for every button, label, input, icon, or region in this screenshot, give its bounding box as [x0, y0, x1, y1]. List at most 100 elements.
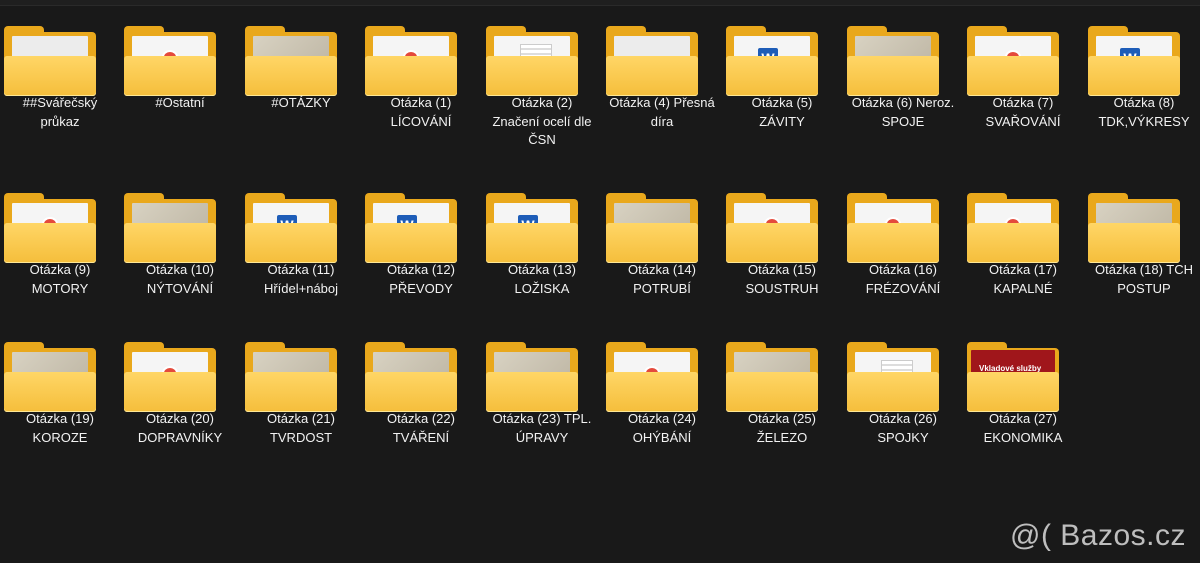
folder-label-line: TVÁŘENÍ [392, 429, 450, 445]
folder-label-line: OHÝBÁNÍ [632, 429, 692, 445]
folder-item[interactable]: ##Svářečský průkaz [0, 0, 120, 160]
folder-icon [606, 26, 698, 96]
folder-label: Otázka (26) SPOJKY [843, 410, 963, 447]
folder-label-line: Značení ocelí dle [492, 113, 592, 129]
folder-label: Otázka (24) OHÝBÁNÍ [602, 410, 722, 447]
folder-item[interactable]: Otázka (5) ZÁVITY [722, 0, 842, 160]
folder-label-line: SOUSTRUH [745, 280, 819, 296]
folder-label-line: průkaz [40, 113, 80, 129]
folder-item[interactable]: Otázka (10) NÝTOVÁNÍ [120, 167, 240, 327]
folder-label: ##Svářečský průkaz [0, 94, 120, 131]
folder-label: Otázka (25) ŽELEZO [722, 410, 842, 447]
folder-icon [245, 342, 337, 412]
folder-label-line: Otázka (11) [267, 262, 335, 277]
folder-label-line: Otázka (12) [387, 262, 455, 277]
folder-icon [847, 342, 939, 412]
folder-item[interactable]: Otázka (13) LOŽISKA [482, 167, 602, 327]
folder-label-line: ÚPRAVY [515, 429, 569, 445]
folder-icon [847, 193, 939, 263]
folder-label-line: Otázka (15) [748, 262, 816, 277]
folder-item[interactable]: Otázka (23) TPL. ÚPRAVY [482, 316, 602, 476]
folder-icon [967, 26, 1059, 96]
folder-item[interactable]: Otázka (26) SPOJKY [843, 316, 963, 476]
folder-label: Otázka (13) LOŽISKA [482, 261, 602, 298]
folder-item[interactable]: Otázka (17) KAPALNÉ [963, 167, 1083, 327]
folder-grid: ##Svářečský průkaz #Ostatní #OTÁZKY Otázka (… [0, 0, 1200, 563]
folder-item[interactable]: Otázka (4) Přesná díra [602, 0, 722, 160]
folder-label-line: ZÁVITY [759, 113, 805, 129]
folder-item[interactable]: Otázka (25) ŽELEZO [722, 316, 842, 476]
folder-item[interactable]: Otázka (24) OHÝBÁNÍ [602, 316, 722, 476]
folder-icon [486, 193, 578, 263]
bazos-watermark: @( Bazos.cz [1010, 519, 1186, 552]
folder-icon [365, 193, 457, 263]
folder-icon [847, 26, 939, 96]
folder-label-line: Otázka (6) Neroz. [851, 95, 955, 110]
folder-label-line: #Ostatní [155, 95, 205, 110]
folder-label-line: SPOJE [881, 113, 925, 129]
folder-label-line: Otázka (26) [869, 411, 937, 426]
folder-label-line: KOROZE [32, 429, 88, 445]
folder-item[interactable]: Otázka (1) LÍCOVÁNÍ [361, 0, 481, 160]
folder-item[interactable]: Otázka (2) Značení ocelí dle ČSN [482, 0, 602, 160]
folder-item[interactable]: Otázka (18) TCH POSTUP [1084, 167, 1200, 327]
folder-label: Otázka (2) Značení ocelí dle ČSN [482, 94, 602, 150]
folder-label-line: Otázka (27) [989, 411, 1057, 426]
folder-icon [4, 26, 96, 96]
folder-label: Otázka (11) Hřídel+náboj [241, 261, 361, 298]
folder-item[interactable]: #OTÁZKY [241, 0, 361, 160]
folder-label-line: Otázka (2) [511, 95, 573, 110]
folder-label-line: Otázka (16) [869, 262, 937, 277]
folder-icon [365, 26, 457, 96]
folder-icon [365, 342, 457, 412]
folder-label-line: MOTORY [31, 280, 89, 296]
folder-icon [245, 193, 337, 263]
folder-item[interactable]: Otázka (6) Neroz. SPOJE [843, 0, 963, 160]
folder-label-line: Otázka (22) [387, 411, 455, 426]
folder-item[interactable]: Otázka (14) POTRUBÍ [602, 167, 722, 327]
folder-label: Otázka (7) SVAŘOVÁNÍ [963, 94, 1083, 131]
folder-item[interactable]: Otázka (27) EKONOMIKA [963, 316, 1083, 476]
folder-label-line: Otázka (13) [508, 262, 576, 277]
folder-label-line: SVAŘOVÁNÍ [985, 113, 1061, 129]
folder-label-line: Otázka (10) [146, 262, 214, 277]
folder-label-line: Otázka (8) [1113, 95, 1175, 110]
folder-label: Otázka (9) MOTORY [0, 261, 120, 298]
folder-label: Otázka (4) Přesná díra [602, 94, 722, 131]
folder-item[interactable]: Otázka (12) PŘEVODY [361, 167, 481, 327]
folder-icon [606, 342, 698, 412]
folder-label: Otázka (16) FRÉZOVÁNÍ [843, 261, 963, 298]
folder-item[interactable]: Otázka (19) KOROZE [0, 316, 120, 476]
folder-item[interactable]: Otázka (9) MOTORY [0, 167, 120, 327]
folder-item[interactable]: Otázka (11) Hřídel+náboj [241, 167, 361, 327]
folder-label-line: FRÉZOVÁNÍ [865, 280, 941, 296]
folder-label-line: SPOJKY [877, 429, 929, 445]
folder-label-line: POSTUP [1117, 280, 1171, 296]
folder-item[interactable]: Otázka (7) SVAŘOVÁNÍ [963, 0, 1083, 160]
folder-item[interactable]: Otázka (8) TDK,VÝKRESY [1084, 0, 1200, 160]
folder-label: Otázka (22) TVÁŘENÍ [361, 410, 481, 447]
folder-label-line: KAPALNÉ [993, 280, 1053, 296]
folder-icon [967, 193, 1059, 263]
folder-label: Otázka (10) NÝTOVÁNÍ [120, 261, 240, 298]
folder-label: Otázka (8) TDK,VÝKRESY [1084, 94, 1200, 131]
folder-item[interactable]: Otázka (21) TVRDOST [241, 316, 361, 476]
folder-label-line: Otázka (9) [29, 262, 91, 277]
folder-item[interactable]: Otázka (16) FRÉZOVÁNÍ [843, 167, 963, 327]
folder-label: Otázka (5) ZÁVITY [722, 94, 842, 131]
folder-label-line: Otázka (20) [146, 411, 214, 426]
folder-icon [124, 342, 216, 412]
folder-icon [726, 193, 818, 263]
folder-item[interactable]: Otázka (22) TVÁŘENÍ [361, 316, 481, 476]
folder-item[interactable]: #Ostatní [120, 0, 240, 160]
folder-icon [606, 193, 698, 263]
folder-icon [967, 342, 1059, 412]
folder-item[interactable]: Otázka (15) SOUSTRUH [722, 167, 842, 327]
folder-label-line: DOPRAVNÍKY [137, 429, 223, 445]
folder-icon [124, 26, 216, 96]
folder-label-line: Hřídel+náboj [263, 280, 339, 296]
folder-item[interactable]: Otázka (20) DOPRAVNÍKY [120, 316, 240, 476]
folder-label-line: Otázka (21) [267, 411, 335, 426]
folder-icon [1088, 193, 1180, 263]
folder-label-line: POTRUBÍ [633, 280, 691, 296]
